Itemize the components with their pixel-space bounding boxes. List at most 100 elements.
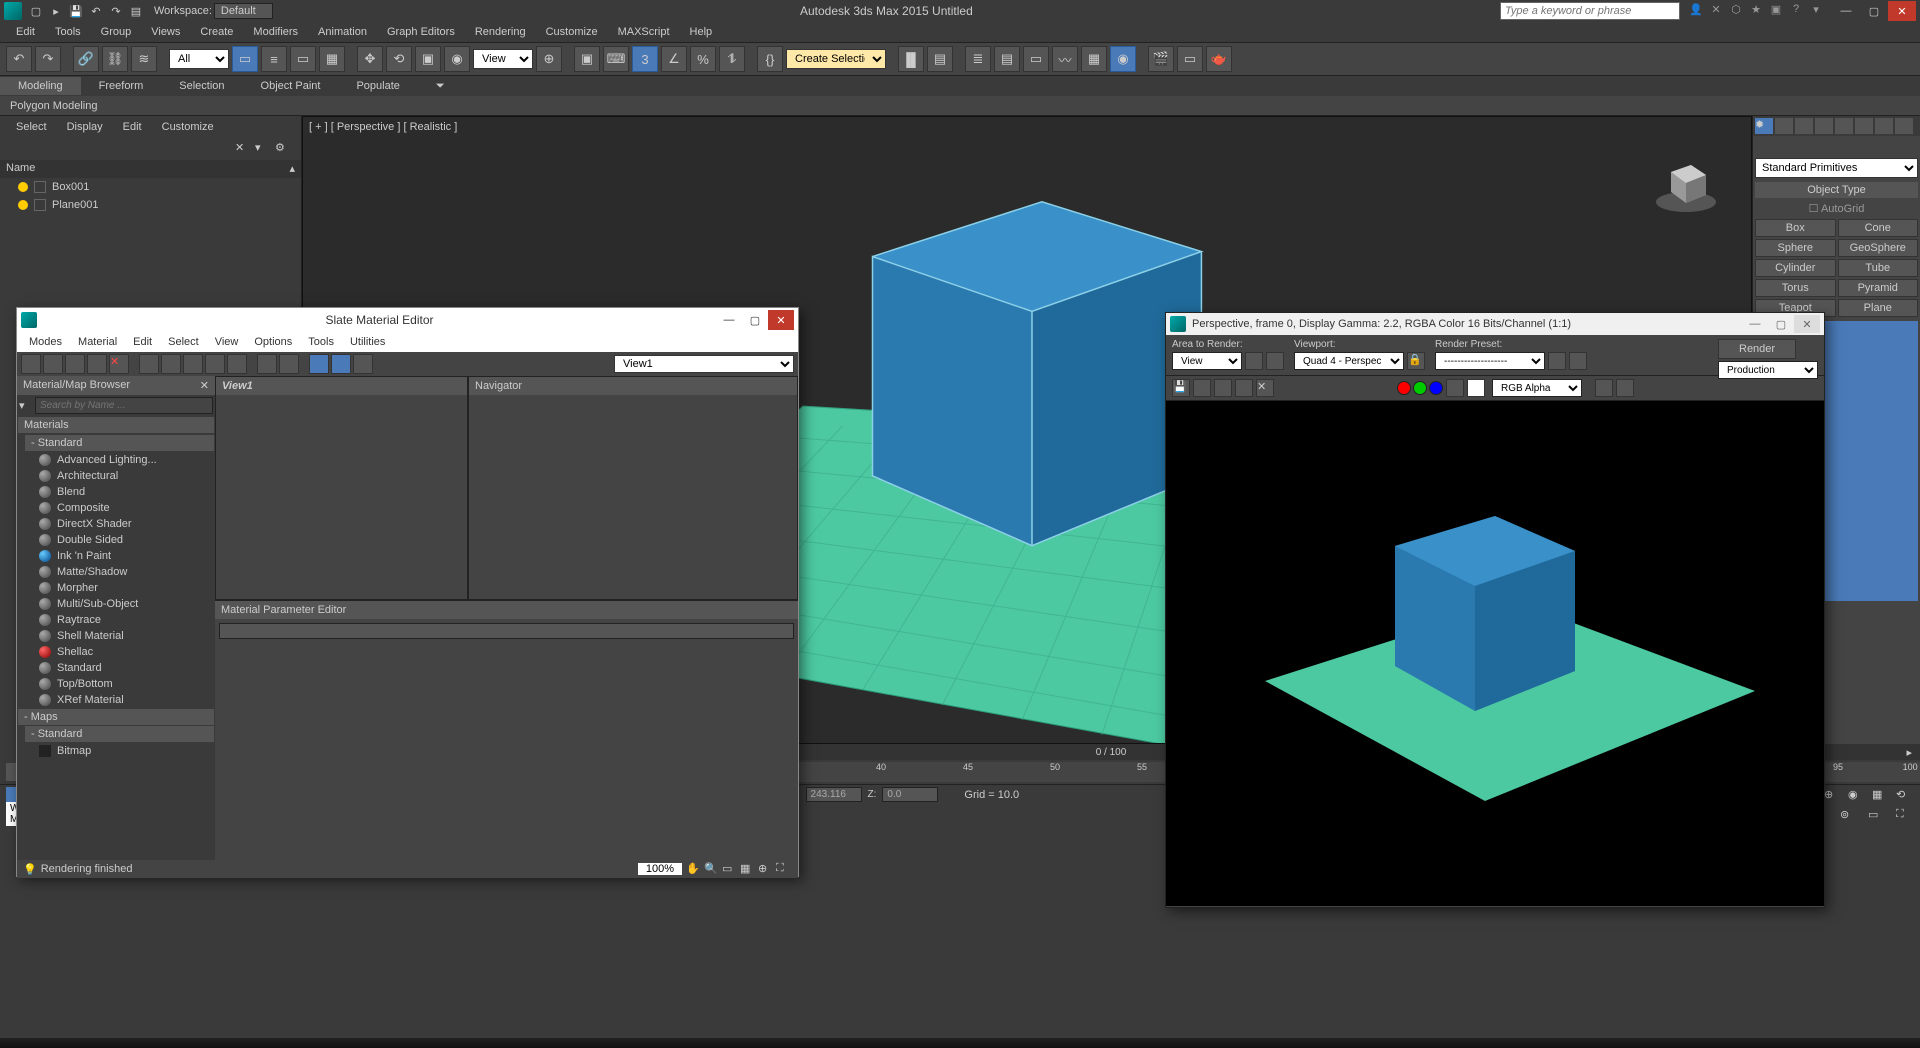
se-display-icon[interactable]: ⚙ xyxy=(275,141,291,157)
cp-tab-modify[interactable] xyxy=(1775,118,1793,134)
selection-filter-dropdown[interactable]: All xyxy=(169,49,229,69)
slate-tb-layout1[interactable] xyxy=(309,354,329,374)
menu-edit[interactable]: Edit xyxy=(6,24,45,40)
slate-canvas[interactable]: View1 xyxy=(215,376,468,600)
menu-animation[interactable]: Animation xyxy=(308,24,377,40)
browser-cat-maps-std[interactable]: - Standard xyxy=(25,726,214,742)
ribbon-tab-freeform[interactable]: Freeform xyxy=(81,77,162,95)
slate-tb-8[interactable] xyxy=(205,354,225,374)
material-item[interactable]: XRef Material xyxy=(17,692,215,708)
slate-tb-5[interactable] xyxy=(139,354,159,374)
coord-z-input[interactable] xyxy=(882,787,938,802)
bind-button[interactable]: ≋ xyxy=(131,46,157,72)
slate-titlebar[interactable]: Slate Material Editor — ▢ ✕ xyxy=(17,308,798,332)
cp-btn-plane[interactable]: Plane xyxy=(1838,299,1919,317)
ref-coord-dropdown[interactable]: View xyxy=(473,49,533,69)
undo-button[interactable]: ↶ xyxy=(6,46,32,72)
browser-header[interactable]: Material/Map Browser✕ xyxy=(17,376,215,395)
render-output-canvas[interactable] xyxy=(1166,401,1824,906)
channel-dropdown[interactable]: RGB Alpha xyxy=(1492,379,1582,397)
menu-rendering[interactable]: Rendering xyxy=(465,24,536,40)
material-item[interactable]: Shellac xyxy=(17,644,215,660)
scene-explorer-button[interactable]: ▤ xyxy=(994,46,1020,72)
material-editor-button[interactable]: ◉ xyxy=(1110,46,1136,72)
slate-menu-utilities[interactable]: Utilities xyxy=(342,334,393,350)
material-item[interactable]: Multi/Sub-Object xyxy=(17,596,215,612)
cp-autogrid-checkbox[interactable]: ☐ AutoGrid xyxy=(1753,200,1920,217)
select-move-button[interactable]: ✥ xyxy=(357,46,383,72)
nav-2-icon[interactable]: ◉ xyxy=(1848,788,1866,801)
spinner-snap-button[interactable]: ⥮ xyxy=(719,46,745,72)
slate-tb-1[interactable] xyxy=(21,354,41,374)
cp-btn-sphere[interactable]: Sphere xyxy=(1755,239,1836,257)
browser-search-input[interactable] xyxy=(35,397,213,414)
cp-tab-extra1[interactable] xyxy=(1875,118,1893,134)
rfw-toggle1[interactable] xyxy=(1595,379,1613,397)
slate-menu-tools[interactable]: Tools xyxy=(300,334,342,350)
slate-tb-11[interactable] xyxy=(279,354,299,374)
area-dropdown[interactable]: View xyxy=(1172,352,1242,370)
material-item[interactable]: Shell Material xyxy=(17,628,215,644)
snap-toggle-button[interactable]: 3 xyxy=(632,46,658,72)
material-item[interactable]: Standard xyxy=(17,660,215,676)
visibility-icon[interactable] xyxy=(18,200,28,210)
undo-icon[interactable]: ↶ xyxy=(87,2,105,20)
material-item[interactable]: Double Sided xyxy=(17,532,215,548)
slate-nav-4-icon[interactable]: ▦ xyxy=(740,862,756,876)
browser-cat-standard[interactable]: - Standard xyxy=(25,435,214,451)
rfw-save-button[interactable]: 💾 xyxy=(1172,379,1190,397)
cp-btn-torus[interactable]: Torus xyxy=(1755,279,1836,297)
rfw-print-button[interactable] xyxy=(1235,379,1253,397)
rfw-toggle2[interactable] xyxy=(1616,379,1634,397)
slate-nav-5-icon[interactable]: ⊕ xyxy=(758,862,774,876)
render-prod-button[interactable]: 🫖 xyxy=(1206,46,1232,72)
slate-zoom[interactable]: 100% xyxy=(638,863,682,875)
select-scale-button[interactable]: ▣ xyxy=(415,46,441,72)
named-selset-button[interactable]: {} xyxy=(757,46,783,72)
slate-menu-select[interactable]: Select xyxy=(160,334,207,350)
material-item[interactable]: DirectX Shader xyxy=(17,516,215,532)
nav-7-icon[interactable]: ▭ xyxy=(1868,808,1886,821)
link-button[interactable]: 🔗 xyxy=(73,46,99,72)
visibility-icon[interactable] xyxy=(18,182,28,192)
slate-view-dropdown[interactable]: View1 xyxy=(614,355,794,373)
se-menu-edit[interactable]: Edit xyxy=(113,118,152,136)
slate-tb-7[interactable] xyxy=(183,354,203,374)
named-selset-dropdown[interactable]: Create Selection Se xyxy=(786,49,886,69)
menu-views[interactable]: Views xyxy=(141,24,190,40)
curve-editor-button[interactable]: 〰 xyxy=(1052,46,1078,72)
freeze-icon[interactable] xyxy=(34,181,46,193)
material-item[interactable]: Raytrace xyxy=(17,612,215,628)
signin-icon[interactable]: 👤 xyxy=(1688,3,1704,19)
open-icon[interactable]: ▸ xyxy=(47,2,65,20)
map-item[interactable]: Bitmap xyxy=(17,743,215,759)
preset-btn1[interactable] xyxy=(1548,352,1566,370)
cp-tab-create[interactable]: ✹ xyxy=(1755,118,1773,134)
slate-menu-material[interactable]: Material xyxy=(70,334,125,350)
menu-create[interactable]: Create xyxy=(190,24,243,40)
subs-icon[interactable]: ⬡ xyxy=(1728,3,1744,19)
slate-close-button[interactable]: ✕ xyxy=(768,310,794,330)
area-btn2[interactable] xyxy=(1266,352,1284,370)
comm-icon[interactable]: ▣ xyxy=(1768,3,1784,19)
cp-tab-hierarchy[interactable] xyxy=(1795,118,1813,134)
material-item[interactable]: Morpher xyxy=(17,580,215,596)
rect-region-button[interactable]: ▭ xyxy=(290,46,316,72)
se-item-box001[interactable]: Box001 xyxy=(0,178,301,196)
viewport-label[interactable]: [ + ] [ Perspective ] [ Realistic ] xyxy=(309,121,457,133)
se-menu-select[interactable]: Select xyxy=(6,118,57,136)
render-titlebar[interactable]: Perspective, frame 0, Display Gamma: 2.2… xyxy=(1166,313,1824,335)
slate-nav-6-icon[interactable]: ⛶ xyxy=(776,862,792,876)
production-dropdown[interactable]: Production xyxy=(1718,361,1818,379)
manipulate-button[interactable]: ▣ xyxy=(574,46,600,72)
slate-view-tab[interactable]: View1 xyxy=(216,377,467,395)
new-icon[interactable]: ▢ xyxy=(27,2,45,20)
se-column-header[interactable]: Name▴ xyxy=(0,160,301,178)
area-btn1[interactable] xyxy=(1245,352,1263,370)
save-icon[interactable]: 💾 xyxy=(67,2,85,20)
chevron-down-icon[interactable]: ▾ xyxy=(1808,3,1824,19)
viewcube-icon[interactable] xyxy=(1651,147,1721,217)
slate-nav-pan-icon[interactable]: ✋ xyxy=(686,862,702,876)
material-item[interactable]: Blend xyxy=(17,484,215,500)
select-place-button[interactable]: ◉ xyxy=(444,46,470,72)
